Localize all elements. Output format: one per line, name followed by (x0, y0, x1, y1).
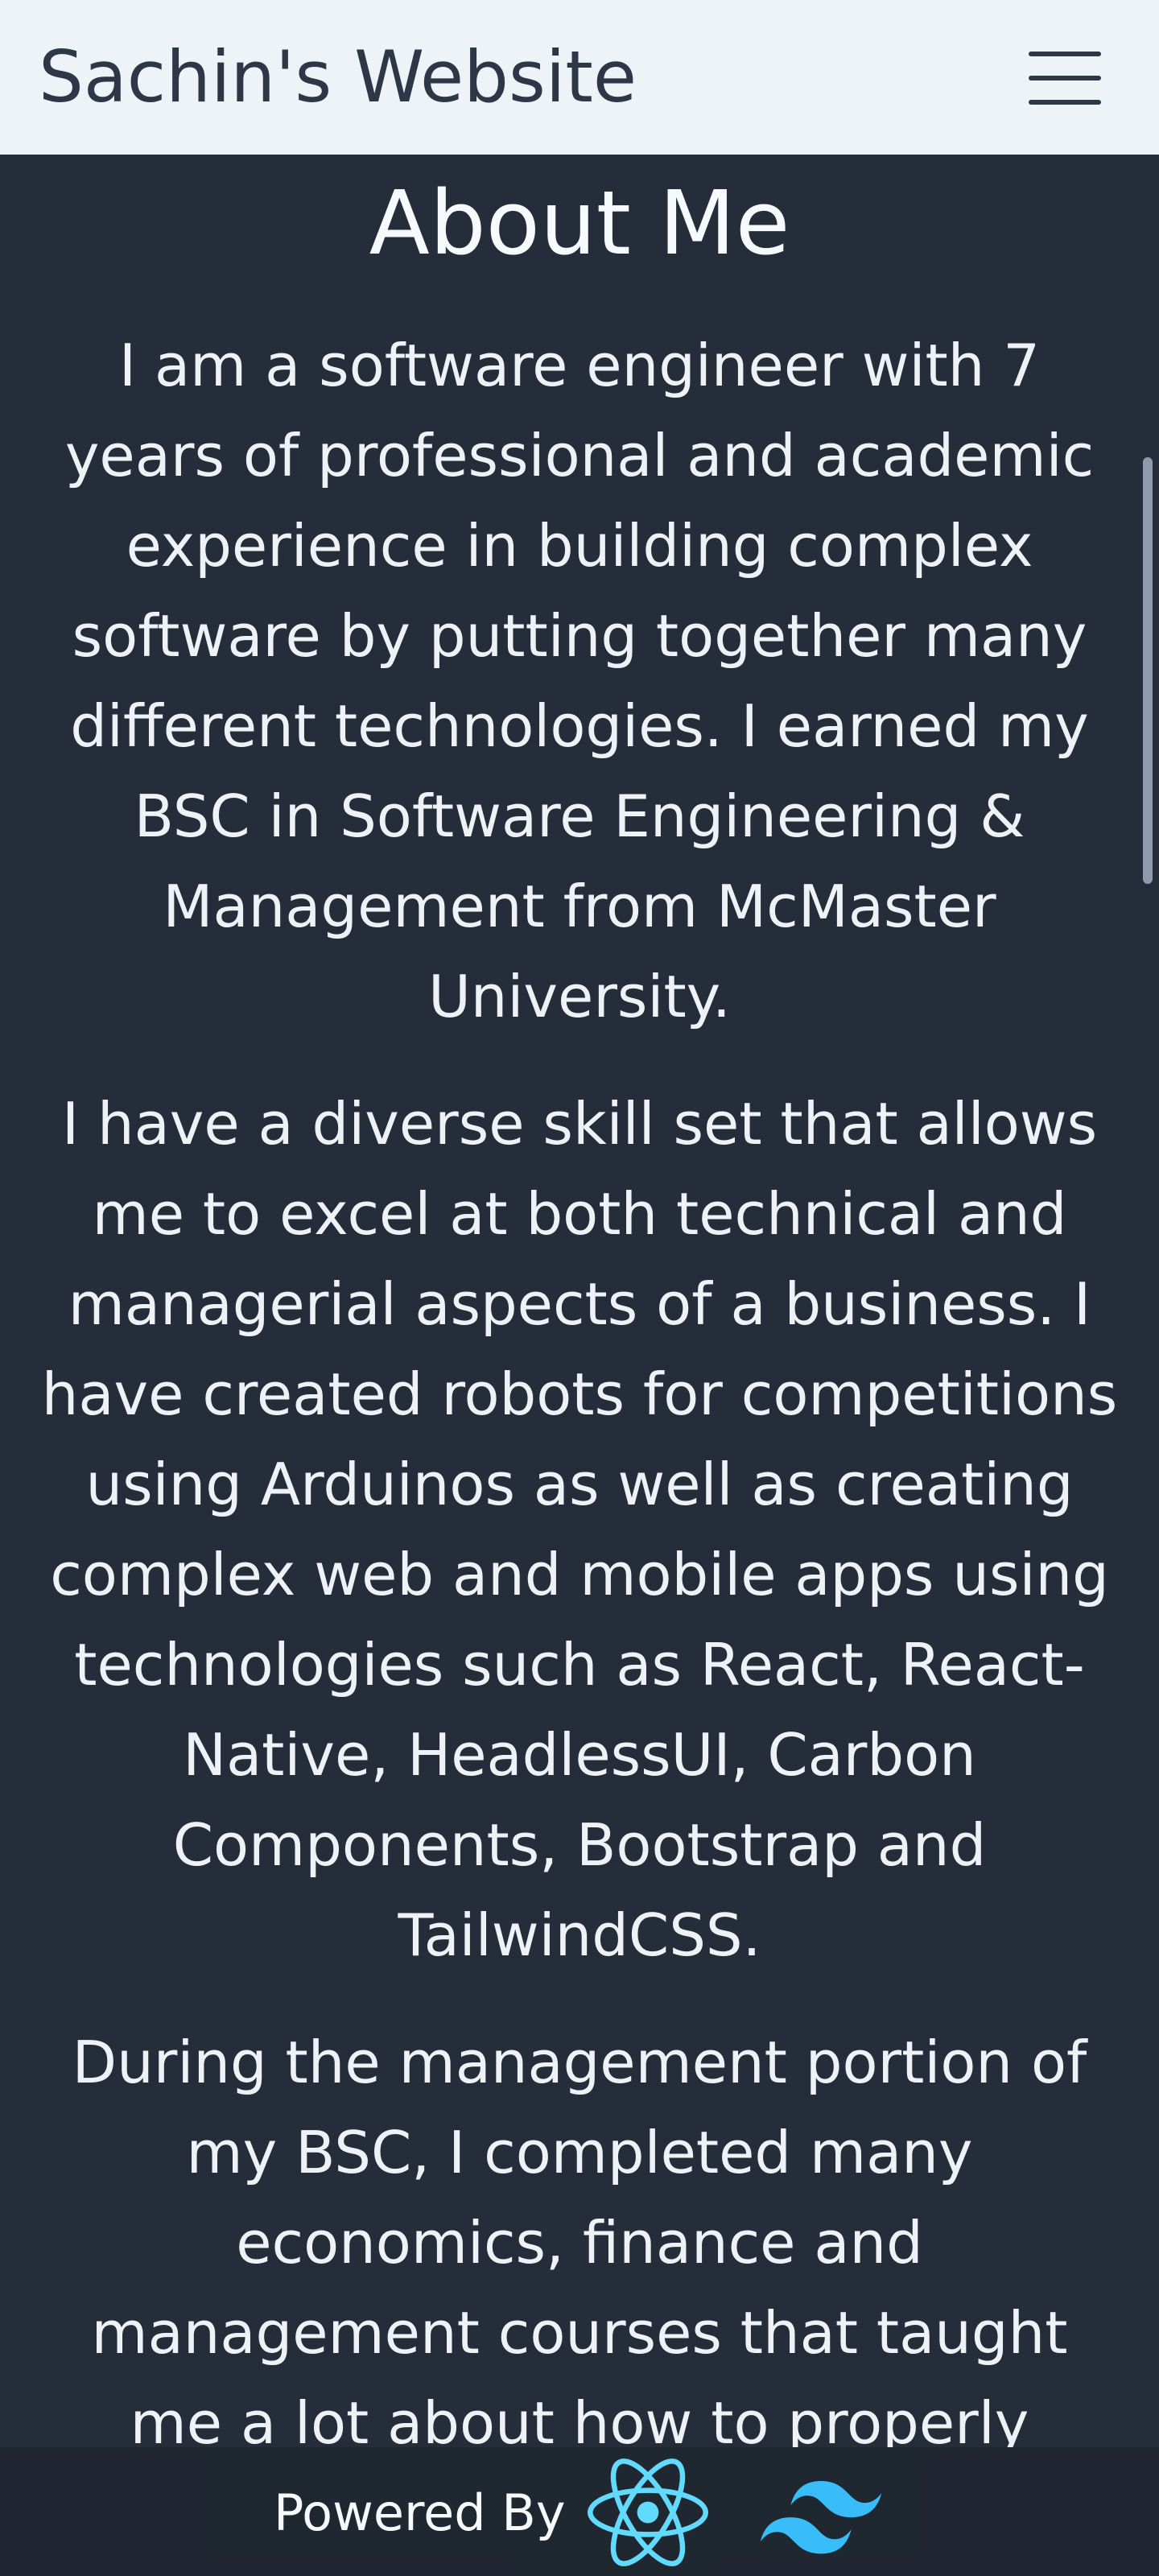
navbar: Sachin's Website (0, 0, 1159, 155)
footer: Powered By (0, 2447, 1159, 2576)
menu-button[interactable] (1021, 42, 1109, 114)
page: Sachin's Website About Me I am a softwar… (0, 0, 1159, 2576)
powered-by-label: Powered By (274, 2483, 566, 2542)
about-paragraph-1: I am a software engineer with 7 years of… (64, 332, 1095, 1030)
tailwind-logo-icon[interactable] (758, 2481, 884, 2555)
page-title: About Me (369, 171, 790, 275)
site-title[interactable]: Sachin's Website (39, 34, 637, 121)
about-section: About Me I am a software engineer with 7… (0, 155, 1159, 2447)
about-paragraph-2: I have a diverse skill set that allows m… (41, 1090, 1118, 1969)
react-logo-icon[interactable] (588, 2457, 708, 2568)
about-paragraph-3: During the management portion of my BSC,… (72, 2029, 1087, 2447)
scrollbar-thumb[interactable] (1143, 457, 1153, 884)
